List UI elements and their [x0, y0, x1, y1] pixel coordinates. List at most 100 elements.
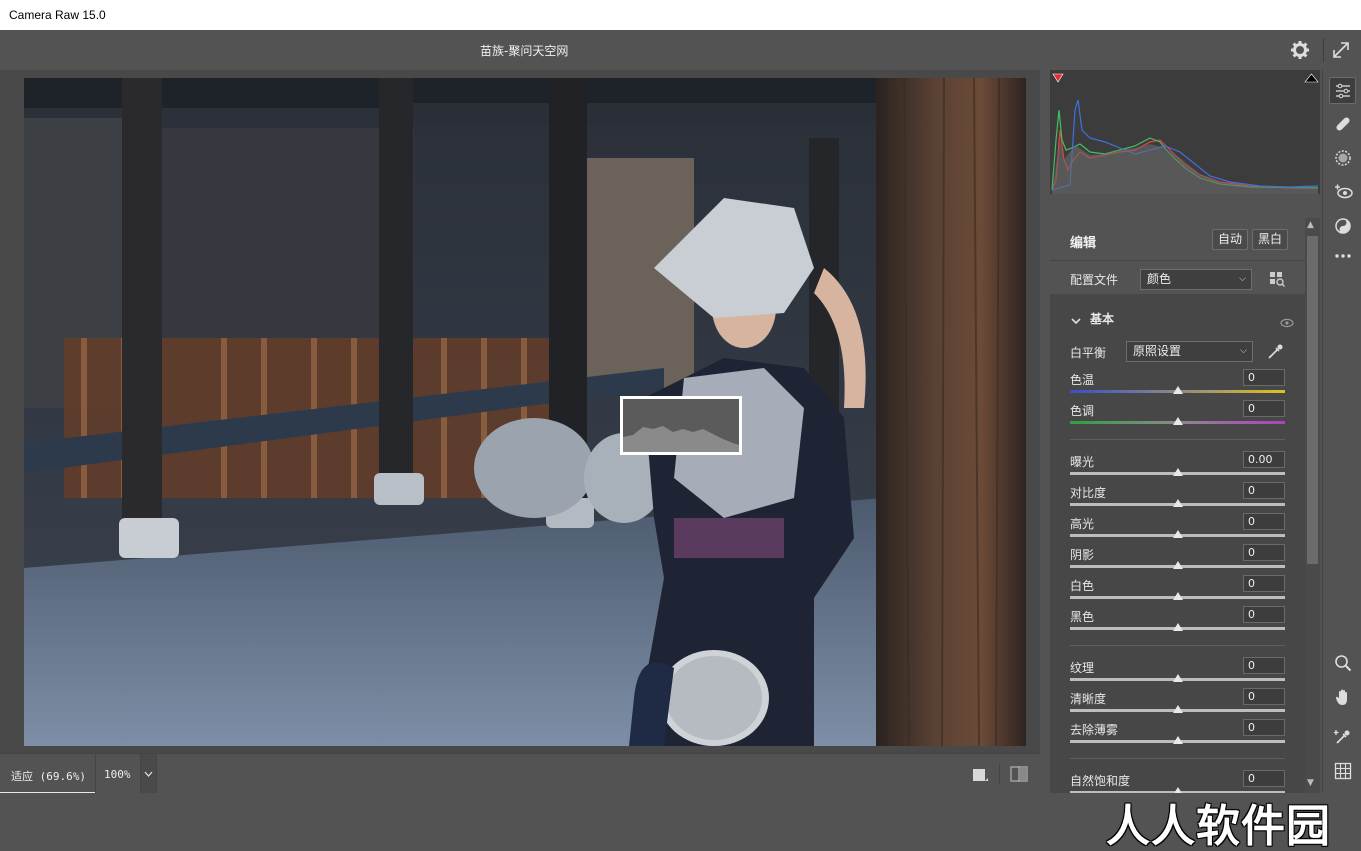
eyedropper-icon[interactable] [1267, 342, 1285, 360]
profile-label: 配置文件 [1070, 273, 1119, 287]
edit-panel: 编辑 自动 黑白 配置文件 颜色 ⌵ 基本 白平衡 原照设置 ⌵ 色温 0 色调… [1050, 70, 1320, 793]
mask-icon[interactable] [1329, 144, 1356, 171]
zoom-fit-button[interactable]: 适应 (69.6%) [0, 754, 95, 794]
slider-value-input[interactable]: 0 [1243, 770, 1285, 787]
slider-label: 清晰度 [1070, 692, 1107, 706]
basic-title: 基本 [1090, 312, 1115, 326]
slider-label: 高光 [1070, 517, 1095, 531]
slider-label: 纹理 [1070, 661, 1095, 675]
header-divider [1323, 38, 1324, 62]
basic-section-header[interactable]: 基本 [1050, 304, 1305, 334]
slider-label: 色温 [1070, 373, 1095, 387]
slider-label: 去除薄雾 [1070, 723, 1119, 737]
scroll-up-icon[interactable]: ▲ [1307, 220, 1314, 230]
zoom-bar: 适应 (69.6%) 100% [0, 753, 1040, 794]
slider-row: 曝光 0.00 [1050, 451, 1305, 482]
histogram [1050, 70, 1320, 194]
watermark: 人人软件园 [1106, 801, 1331, 851]
black-white-button[interactable]: 黑白 [1252, 229, 1288, 250]
slider-value-input[interactable]: 0 [1243, 400, 1285, 417]
gear-icon[interactable] [1290, 40, 1310, 60]
healing-icon[interactable] [1329, 110, 1356, 137]
slider-label: 色调 [1070, 404, 1095, 418]
edit-panel-scroll[interactable]: 编辑 自动 黑白 配置文件 颜色 ⌵ 基本 白平衡 原照设置 ⌵ 色温 0 色调… [1050, 218, 1305, 793]
photo-preview[interactable] [24, 78, 1026, 746]
slider-label: 黑色 [1070, 610, 1095, 624]
slider-value-input[interactable]: 0 [1243, 513, 1285, 530]
zoom-dropdown[interactable] [140, 754, 157, 794]
color-sampler-icon[interactable] [1329, 723, 1356, 750]
grid-icon[interactable] [1329, 757, 1356, 784]
slider-value-input[interactable]: 0.00 [1243, 451, 1285, 468]
before-after-icon[interactable] [1010, 766, 1028, 782]
slider-thumb[interactable] [1172, 499, 1183, 507]
scrollbar-thumb[interactable] [1307, 236, 1318, 564]
slider-group-divider [1070, 645, 1285, 646]
white-balance-value: 原照设置 [1133, 344, 1182, 358]
slider-value-input[interactable]: 0 [1243, 688, 1285, 705]
slider-thumb[interactable] [1172, 468, 1183, 476]
presets-icon[interactable] [1329, 212, 1356, 239]
slider-row: 色调 0 [1050, 400, 1305, 431]
zoom-100-button[interactable]: 100% [96, 754, 140, 794]
hand-icon[interactable] [1329, 683, 1356, 710]
slider-row: 阴影 0 [1050, 544, 1305, 575]
slider-label: 阴影 [1070, 548, 1095, 562]
slider-thumb[interactable] [1172, 623, 1183, 631]
slider-thumb[interactable] [1172, 530, 1183, 538]
slider-thumb[interactable] [1172, 386, 1183, 394]
slider-label: 自然饱和度 [1070, 774, 1131, 788]
slider-thumb[interactable] [1172, 705, 1183, 713]
zoom-icon[interactable] [1329, 649, 1356, 676]
tool-strip [1322, 70, 1361, 793]
slider-value-input[interactable]: 0 [1243, 482, 1285, 499]
fullscreen-icon[interactable] [1330, 39, 1352, 61]
preview-histogram-overlay [620, 396, 742, 455]
slider-row: 对比度 0 [1050, 482, 1305, 513]
slider-thumb[interactable] [1172, 592, 1183, 600]
slider-thumb[interactable] [1172, 417, 1183, 425]
slider-row: 高光 0 [1050, 513, 1305, 544]
eye-icon[interactable] [1280, 313, 1294, 328]
chevron-down-icon: ⌵ [1240, 346, 1247, 356]
slider-value-input[interactable]: 0 [1243, 719, 1285, 736]
slider-value-input[interactable]: 0 [1243, 369, 1285, 386]
profile-browser-icon[interactable] [1269, 271, 1285, 287]
slider-row: 白色 0 [1050, 575, 1305, 606]
window-title: Camera Raw 15.0 [0, 0, 1361, 30]
edit-title: 编辑 [1070, 236, 1097, 251]
slider-label: 白色 [1070, 579, 1095, 593]
slider-value-input[interactable]: 0 [1243, 575, 1285, 592]
header-bar: 苗族-聚问天空网 [0, 30, 1361, 70]
chevron-down-icon: ⌵ [1239, 274, 1246, 284]
single-view-icon[interactable] [972, 767, 988, 781]
document-title: 苗族-聚问天空网 [480, 44, 569, 58]
scroll-down-icon[interactable]: ▼ [1307, 778, 1314, 788]
slider-value-input[interactable]: 0 [1243, 606, 1285, 623]
white-balance-row: 白平衡 原照设置 ⌵ [1050, 340, 1305, 366]
slider-row: 清晰度 0 [1050, 688, 1305, 719]
red-eye-icon[interactable] [1329, 178, 1356, 205]
slider-row: 黑色 0 [1050, 606, 1305, 637]
image-canvas[interactable] [0, 70, 1040, 753]
slider-label: 对比度 [1070, 486, 1107, 500]
slider-thumb[interactable] [1172, 561, 1183, 569]
view-divider [999, 764, 1000, 784]
slider-thumb[interactable] [1172, 674, 1183, 682]
slider-label: 曝光 [1070, 455, 1095, 469]
slider-thumb[interactable] [1172, 736, 1183, 744]
profile-row: 配置文件 颜色 ⌵ [1050, 260, 1305, 294]
slider-value-input[interactable]: 0 [1243, 657, 1285, 674]
more-icon[interactable] [1329, 242, 1356, 269]
edit-sliders-icon[interactable] [1329, 77, 1356, 104]
white-balance-select[interactable]: 原照设置 ⌵ [1126, 341, 1253, 362]
auto-button[interactable]: 自动 [1212, 229, 1248, 250]
slider-row: 纹理 0 [1050, 657, 1305, 688]
chevron-down-icon [1070, 312, 1082, 325]
slider-row: 去除薄雾 0 [1050, 719, 1305, 750]
slider-group-divider [1070, 439, 1285, 440]
slider-value-input[interactable]: 0 [1243, 544, 1285, 561]
profile-value: 颜色 [1147, 272, 1172, 286]
profile-select[interactable]: 颜色 ⌵ [1140, 269, 1252, 290]
edit-header: 编辑 自动 黑白 [1050, 218, 1305, 260]
